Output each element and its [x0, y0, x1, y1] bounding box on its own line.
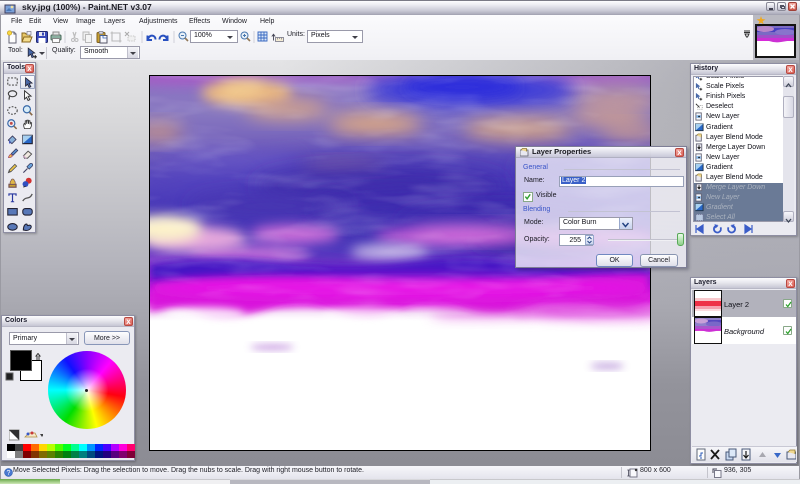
svg-text:?: ?	[7, 470, 11, 477]
